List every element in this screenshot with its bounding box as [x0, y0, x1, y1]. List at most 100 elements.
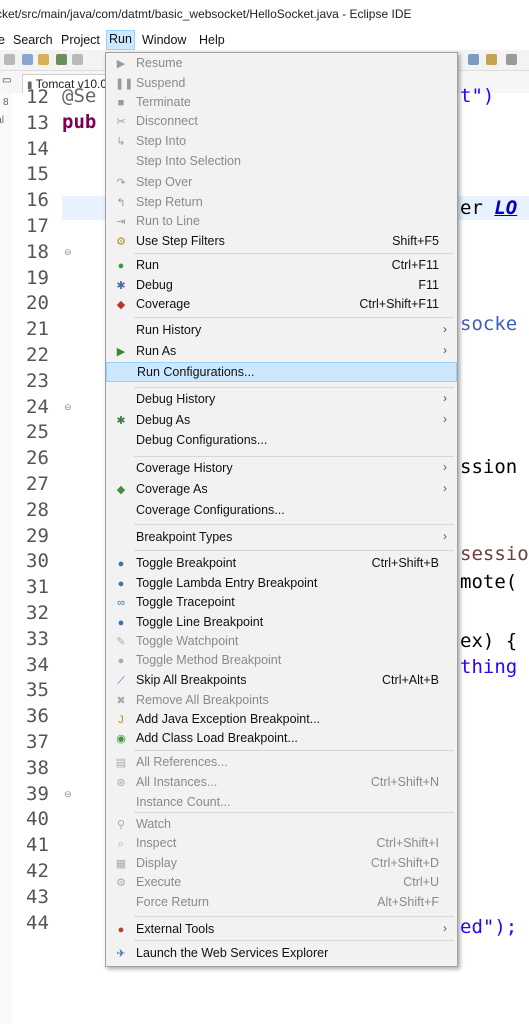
menu-item-run-as[interactable]: ▶ Run As › [106, 342, 457, 362]
menu-item-coverage-as[interactable]: ◆ Coverage As › [106, 480, 457, 500]
menu-item-step-return[interactable]: ↰ Step Return [106, 193, 457, 213]
toolbar-icon[interactable] [4, 54, 15, 65]
menu-item-watch[interactable]: ⚲ Watch [106, 815, 457, 835]
menu-item-launch-the-web-services-explorer[interactable]: ✈ Launch the Web Services Explorer [106, 944, 457, 964]
menu-item-resume[interactable]: ▶ Resume [106, 54, 457, 74]
fold-toggle-icon[interactable]: ⊖ [64, 402, 72, 413]
menu-project[interactable]: Project [61, 31, 100, 49]
menu-item-label: Coverage Configurations... [136, 503, 285, 517]
menu-item-toggle-watchpoint[interactable]: ✎ Toggle Watchpoint [106, 632, 457, 652]
menu-item-step-over[interactable]: ↷ Step Over [106, 173, 457, 193]
menu-item-coverage-history[interactable]: Coverage History › [106, 459, 457, 479]
menu-item-skip-all-breakpoints[interactable]: ⟋ Skip All Breakpoints Ctrl+Alt+B [106, 671, 457, 691]
menu-item-add-class-load-breakpoint[interactable]: ◉ Add Class Load Breakpoint... [106, 729, 457, 749]
menu-item-use-step-filters[interactable]: ⚙ Use Step Filters Shift+F5 [106, 232, 457, 252]
code-line-13: pub [62, 111, 97, 133]
fold-toggle-icon[interactable]: ⊖ [64, 789, 72, 800]
menu-item-all-references[interactable]: ▤ All References... [106, 753, 457, 773]
menu-help[interactable]: Help [199, 31, 225, 49]
disconnect-icon: ✂ [116, 116, 126, 128]
menu-item-display[interactable]: ▦ Display Ctrl+Shift+D [106, 854, 457, 874]
menu-item-label: Step Return [136, 195, 203, 209]
web-services-icon: ✈ [116, 948, 126, 960]
menu-item-label: All References... [136, 755, 228, 769]
menu-item-breakpoint-types[interactable]: Breakpoint Types › [106, 528, 457, 548]
menu-item-run[interactable]: ● Run Ctrl+F11 [106, 256, 457, 276]
menu-item-run-configurations[interactable]: Run Configurations... [106, 362, 457, 382]
line-number: 42 [26, 860, 49, 882]
toolbar-icon[interactable] [72, 54, 83, 65]
menu-run[interactable]: Run [106, 30, 135, 50]
line-number: 17 [26, 215, 49, 237]
minimize-icon[interactable]: ▭ [2, 75, 11, 86]
menu-item-execute[interactable]: ⚙ Execute Ctrl+U [106, 873, 457, 893]
menu-item-instance-count[interactable]: Instance Count... [106, 793, 457, 813]
menu-item-debug[interactable]: ✱ Debug F11 [106, 276, 457, 296]
terminate-icon: ■ [117, 97, 125, 109]
code-line-28: sessio [460, 543, 529, 565]
coverage-icon: ◆ [116, 299, 126, 311]
menu-search[interactable]: Search [13, 31, 53, 49]
menu-item-label: Toggle Lambda Entry Breakpoint [136, 576, 318, 590]
toolbar-icon[interactable] [38, 54, 49, 65]
step-filters-icon: ⚙ [116, 236, 126, 248]
menu-item-toggle-method-breakpoint[interactable]: ● Toggle Method Breakpoint [106, 651, 457, 671]
menu-item-coverage[interactable]: ◆ Coverage Ctrl+Shift+F11 [106, 295, 457, 315]
menu-item-label: Terminate [136, 95, 191, 109]
menu-separator [134, 253, 454, 254]
toolbar-icon[interactable] [486, 54, 497, 65]
menu-window[interactable]: Window [142, 31, 186, 49]
menu-item-terminate[interactable]: ■ Terminate [106, 93, 457, 113]
menu-separator [134, 317, 454, 318]
menu-item-toggle-tracepoint[interactable]: ∞ Toggle Tracepoint [106, 593, 457, 613]
line-number: 21 [26, 318, 49, 341]
toolbar-icon[interactable] [22, 54, 33, 65]
submenu-arrow-icon: › [443, 322, 447, 336]
menu-item-label: Run History [136, 323, 202, 337]
menu-item-external-tools[interactable]: ● External Tools › [106, 920, 457, 940]
menu-item-force-return[interactable]: Force Return Alt+Shift+F [106, 893, 457, 913]
menu-item-shortcut: Ctrl+F11 [391, 258, 439, 272]
line-number: 27 [26, 473, 49, 495]
menu-item-run-history[interactable]: Run History › [106, 321, 457, 341]
menu-item-label: Resume [136, 56, 183, 70]
menu-item-debug-as[interactable]: ✱ Debug As › [106, 411, 457, 431]
menu-item-toggle-lambda-entry-breakpoint[interactable]: ● Toggle Lambda Entry Breakpoint [106, 574, 457, 594]
menu-item-step-into-selection[interactable]: Step Into Selection [106, 152, 457, 172]
code-line-16: er LO [460, 197, 518, 219]
fold-toggle-icon[interactable]: ⊖ [64, 247, 72, 258]
menu-item-label: Debug As [136, 413, 191, 427]
toolbar-icon[interactable] [506, 54, 517, 65]
menu-item-remove-all-breakpoints[interactable]: ✖ Remove All Breakpoints [106, 691, 457, 711]
menu-item-shortcut: Ctrl+Shift+D [370, 856, 439, 870]
menu-item-add-java-exception-breakpoint[interactable]: J Add Java Exception Breakpoint... [106, 710, 457, 730]
menu-edit[interactable]: e [0, 31, 5, 49]
run-icon: ● [117, 260, 125, 272]
menu-item-toggle-line-breakpoint[interactable]: ● Toggle Line Breakpoint [106, 613, 457, 633]
line-number: 18 [26, 240, 49, 263]
method-breakpoint-icon: ● [117, 655, 125, 667]
menu-item-run-to-line[interactable]: ⇥ Run to Line [106, 212, 457, 232]
run-menu-dropdown: ▶ Resume ❚❚ Suspend ■ Terminate ✂ Disconnect ↳ St… [105, 52, 458, 967]
menu-item-shortcut: Ctrl+Alt+B [382, 673, 439, 687]
menu-item-disconnect[interactable]: ✂ Disconnect [106, 112, 457, 132]
menu-item-debug-configurations[interactable]: Debug Configurations... [106, 431, 457, 451]
line-number: 34 [26, 653, 49, 676]
menu-item-coverage-configurations[interactable]: Coverage Configurations... [106, 501, 457, 521]
toolbar-icon[interactable] [468, 54, 479, 65]
toolbar-icon[interactable] [56, 54, 67, 65]
menu-item-label: Toggle Watchpoint [136, 634, 239, 648]
menu-item-suspend[interactable]: ❚❚ Suspend [106, 74, 457, 94]
line-number: 33 [26, 627, 49, 650]
line-number: 26 [26, 447, 49, 470]
line-number: 36 [26, 705, 49, 728]
menu-item-step-into[interactable]: ↳ Step Into [106, 132, 457, 152]
menu-item-all-instances[interactable]: ⊛ All Instances... Ctrl+Shift+N [106, 773, 457, 793]
menu-item-toggle-breakpoint[interactable]: ● Toggle Breakpoint Ctrl+Shift+B [106, 554, 457, 574]
menu-item-label: Debug [136, 278, 173, 292]
menu-item-inspect[interactable]: ⌕ Inspect Ctrl+Shift+I [106, 834, 457, 854]
menu-item-label: Run [136, 258, 159, 272]
menu-item-debug-history[interactable]: Debug History › [106, 390, 457, 410]
display-icon: ▦ [115, 858, 127, 870]
line-number: 12 [26, 86, 49, 108]
